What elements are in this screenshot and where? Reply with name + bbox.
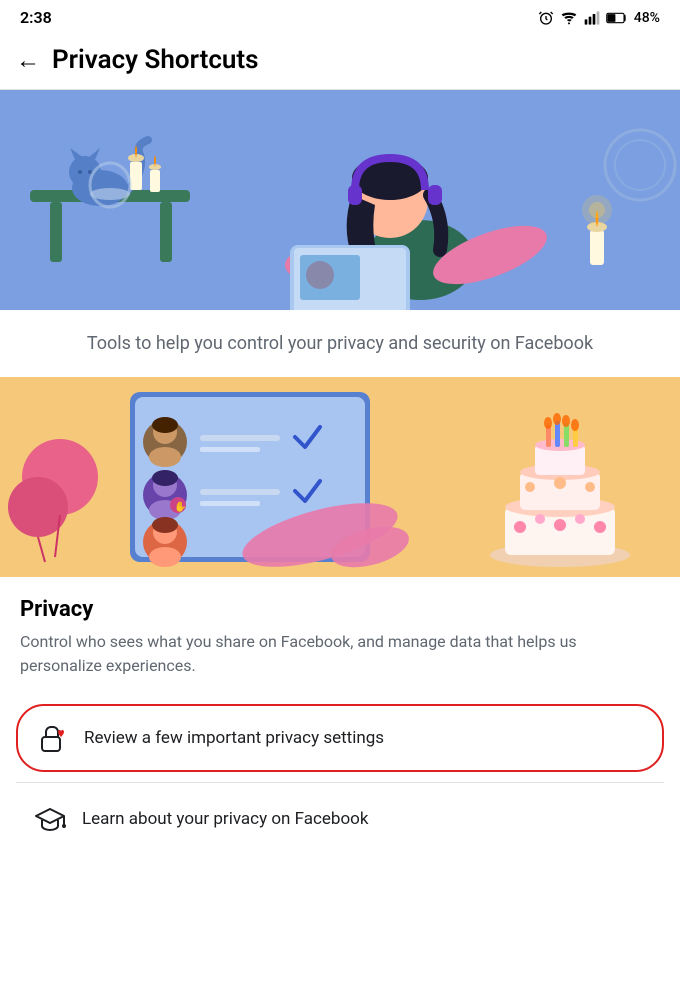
learn-privacy-button[interactable]: Learn about your privacy on Facebook bbox=[16, 787, 664, 851]
hero-banner-2: ✋ bbox=[0, 377, 680, 577]
wifi-icon bbox=[560, 10, 578, 26]
privacy-heading: Privacy bbox=[20, 597, 660, 622]
hero-banner-1 bbox=[0, 90, 680, 310]
battery-icon bbox=[606, 11, 628, 25]
back-button[interactable]: ← bbox=[16, 46, 40, 75]
subtitle-section: Tools to help you control your privacy a… bbox=[0, 310, 680, 377]
top-nav: ← Privacy Shortcuts bbox=[0, 35, 680, 90]
lock-heart-icon bbox=[34, 720, 70, 756]
learn-privacy-label: Learn about your privacy on Facebook bbox=[82, 809, 368, 829]
privacy-section: Privacy Control who sees what you share … bbox=[0, 577, 680, 704]
subtitle-text: Tools to help you control your privacy a… bbox=[30, 330, 650, 357]
page-title: Privacy Shortcuts bbox=[52, 45, 259, 75]
divider-1 bbox=[16, 782, 664, 783]
review-privacy-label: Review a few important privacy settings bbox=[84, 728, 384, 748]
battery-percent: 48% bbox=[634, 10, 660, 26]
status-icons: 48% bbox=[538, 10, 660, 26]
signal-icon bbox=[584, 10, 600, 26]
hero-illustration-2: ✋ bbox=[0, 377, 680, 577]
privacy-description: Control who sees what you share on Faceb… bbox=[20, 630, 660, 678]
alarm-icon bbox=[538, 10, 554, 26]
review-privacy-button[interactable]: Review a few important privacy settings bbox=[16, 704, 664, 772]
status-time: 2:38 bbox=[20, 8, 52, 27]
hero-illustration-1 bbox=[0, 90, 680, 310]
svg-text:✋: ✋ bbox=[174, 500, 186, 513]
status-bar: 2:38 48% bbox=[0, 0, 680, 35]
graduation-icon bbox=[32, 801, 68, 837]
